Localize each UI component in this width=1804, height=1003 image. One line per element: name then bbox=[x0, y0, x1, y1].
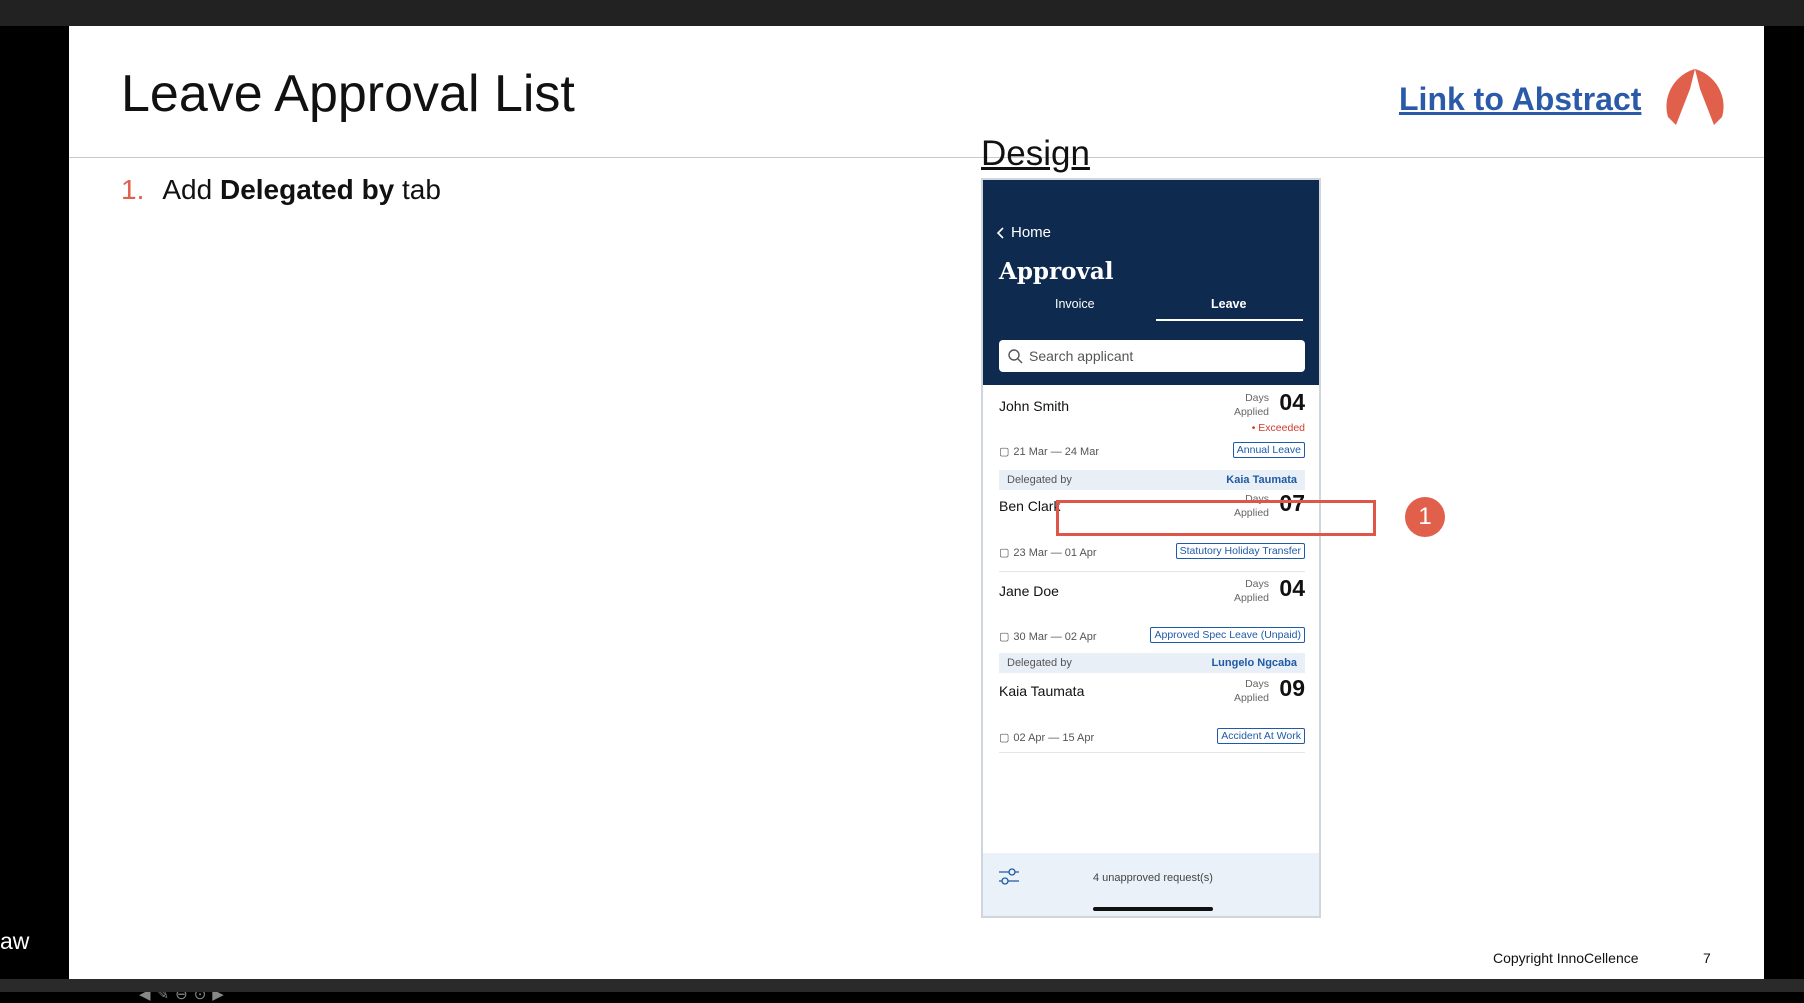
delegated-by-row: Delegated by Lungelo Ngcaba bbox=[999, 653, 1305, 673]
bullet-suffix: tab bbox=[394, 174, 441, 205]
days-count: 04 bbox=[1279, 389, 1305, 415]
bullet-item: 1. Add Delegated by tab bbox=[121, 174, 441, 206]
search-input[interactable]: Search applicant bbox=[999, 340, 1305, 372]
design-label: Design bbox=[981, 134, 1090, 173]
app-title: Approval bbox=[999, 258, 1114, 285]
tab-leave[interactable]: Leave bbox=[1211, 297, 1246, 311]
calendar-icon: ▢ bbox=[999, 446, 1010, 458]
bullet-number: 1. bbox=[121, 174, 145, 205]
search-icon bbox=[1008, 349, 1023, 364]
slide: Leave Approval List Link to Abstract 1. A… bbox=[69, 26, 1764, 1003]
row-divider bbox=[999, 571, 1305, 572]
side-caption: aw bbox=[0, 928, 30, 954]
delegated-name: Kaia Taumata bbox=[1226, 474, 1297, 486]
days-applied-label: Days Applied bbox=[1233, 678, 1269, 704]
callout-marker: 1 bbox=[1405, 497, 1445, 537]
company-logo-icon bbox=[1666, 69, 1724, 125]
title-divider bbox=[69, 157, 1764, 158]
date-range: ▢ 21 Mar — 24 Mar bbox=[999, 445, 1099, 459]
list-item[interactable]: Kaia Taumata Days Applied 09 ▢ 02 Apr — 15… bbox=[999, 675, 1305, 755]
bullet-prefix: Add bbox=[162, 174, 220, 205]
back-label: Home bbox=[1011, 224, 1052, 241]
calendar-icon: ▢ bbox=[999, 732, 1010, 744]
delegated-name: Lungelo Ngcaba bbox=[1211, 657, 1297, 669]
unapproved-count: 4 unapproved request(s) bbox=[1093, 872, 1213, 884]
highlight-box bbox=[1056, 500, 1376, 536]
delegated-label: Delegated by bbox=[1007, 474, 1072, 486]
calendar-icon: ▢ bbox=[999, 547, 1010, 559]
leave-type-tag: Statutory Holiday Transfer bbox=[1175, 543, 1305, 559]
presenter-bottom-bar bbox=[0, 979, 1804, 992]
back-home-button[interactable]: Home bbox=[995, 224, 1051, 241]
bullet-bold: Delegated by bbox=[219, 174, 395, 205]
leave-type-tag: Accident At Work bbox=[1217, 728, 1305, 744]
delegated-label: Delegated by bbox=[1007, 657, 1072, 669]
applicant-name: Kaia Taumata bbox=[999, 683, 1085, 699]
applicant-name: Jane Doe bbox=[999, 583, 1059, 599]
tab-invoice[interactable]: Invoice bbox=[1055, 297, 1095, 311]
active-tab-indicator bbox=[1156, 319, 1303, 321]
page-number: 7 bbox=[1703, 950, 1711, 966]
list-item[interactable]: Jane Doe Days Applied 04 ▢ 30 Mar — 02 Apr… bbox=[999, 573, 1305, 653]
leave-type-tag: Approved Spec Leave (Unpaid) bbox=[1150, 627, 1305, 643]
slide-title: Leave Approval List bbox=[121, 65, 575, 123]
date-range: ▢ 02 Apr — 15 Apr bbox=[999, 731, 1095, 745]
applicant-name: Ben Clark bbox=[999, 498, 1061, 514]
filter-sliders-icon[interactable] bbox=[998, 867, 1020, 887]
app-header: Home Approval Invoice Leave Search appli… bbox=[983, 180, 1319, 385]
row-divider bbox=[999, 752, 1305, 753]
copyright: Copyright InnoCellence bbox=[1493, 950, 1639, 966]
days-count: 04 bbox=[1279, 575, 1305, 601]
days-count: 09 bbox=[1279, 675, 1305, 701]
days-applied-label: Days Applied bbox=[1233, 578, 1269, 604]
chevron-left-icon bbox=[996, 226, 1004, 239]
phone-mockup: Home Approval Invoice Leave Search appli… bbox=[981, 178, 1321, 918]
app-footer: 4 unapproved request(s) bbox=[983, 853, 1319, 916]
applicant-name: John Smith bbox=[999, 398, 1070, 414]
date-range: ▢ 23 Mar — 01 Apr bbox=[999, 546, 1097, 560]
date-range: ▢ 30 Mar — 02 Apr bbox=[999, 630, 1097, 644]
delegated-by-row: Delegated by Kaia Taumata bbox=[999, 470, 1305, 490]
search-placeholder: Search applicant bbox=[1029, 348, 1134, 364]
leave-type-tag: Annual Leave bbox=[1232, 442, 1305, 458]
days-applied-label: Days Applied bbox=[1233, 392, 1269, 418]
exceeded-status: • Exceeded bbox=[1251, 422, 1305, 434]
home-indicator bbox=[1093, 907, 1213, 911]
calendar-icon: ▢ bbox=[999, 631, 1010, 643]
abstract-link[interactable]: Link to Abstract bbox=[1399, 81, 1641, 118]
presenter-top-bar bbox=[0, 0, 1804, 26]
